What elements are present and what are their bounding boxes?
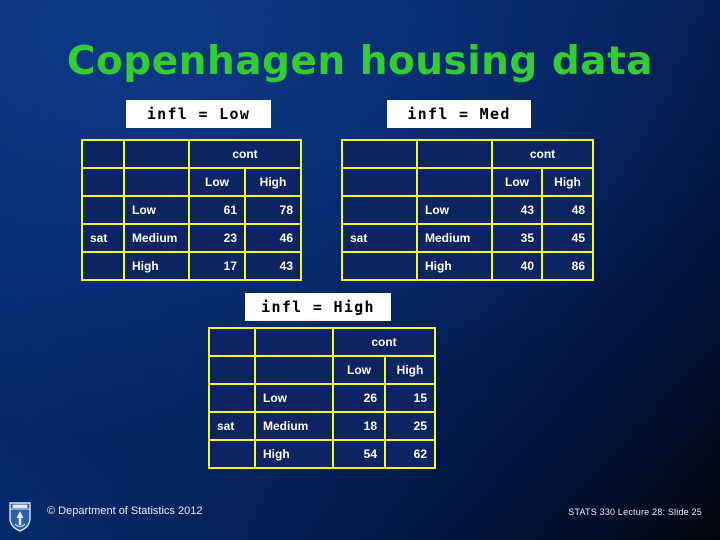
data-cell: 35 [493,225,541,251]
row-label-low: Low [256,385,332,411]
blank-cell [125,141,188,167]
row-label-medium: Medium [125,225,188,251]
table-row: High 54 62 [210,441,434,467]
data-cell: 18 [334,413,384,439]
table-row: Low High [343,169,592,195]
blank-cell [343,141,416,167]
blank-cell [343,253,416,279]
row-label-medium: Medium [418,225,491,251]
table-row: Low 61 78 [83,197,300,223]
data-cell: 15 [386,385,434,411]
university-crest-icon [9,502,31,532]
row-label-low: Low [125,197,188,223]
column-header-high: High [386,357,434,383]
table-row: sat Medium 23 46 [83,225,300,251]
row-label-high: High [256,441,332,467]
table-row: High 40 86 [343,253,592,279]
data-cell: 48 [543,197,592,223]
table-row: sat Medium 18 25 [210,413,434,439]
row-group-label-sat: sat [83,225,123,251]
row-group-label-sat: sat [343,225,416,251]
table-row: cont [83,141,300,167]
row-label-medium: Medium [256,413,332,439]
column-header-low: Low [334,357,384,383]
blank-cell [83,169,123,195]
data-cell: 62 [386,441,434,467]
data-cell: 43 [493,197,541,223]
blank-cell [256,329,332,355]
column-header-low: Low [493,169,541,195]
contingency-table-infl-med: cont Low High Low 43 48 sat Medium 35 45 [341,139,594,281]
page-title: Copenhagen housing data [66,39,654,84]
column-header-high: High [246,169,300,195]
table-row: Low 43 48 [343,197,592,223]
caption-infl-med: infl = Med [387,100,531,128]
blank-cell [418,169,491,195]
blank-cell [83,141,123,167]
blank-cell [343,169,416,195]
data-cell: 23 [190,225,244,251]
data-cell: 17 [190,253,244,279]
footer-copyright: © Department of Statistics 2012 [47,505,203,517]
contingency-table-infl-high: cont Low High Low 26 15 sat Medium 18 25 [208,327,436,469]
data-cell: 43 [246,253,300,279]
blank-cell [210,385,254,411]
blank-cell [83,253,123,279]
blank-cell [343,197,416,223]
data-cell: 25 [386,413,434,439]
blank-cell [418,141,491,167]
row-group-label-sat: sat [210,413,254,439]
blank-cell [83,197,123,223]
column-header-low: Low [190,169,244,195]
column-header-high: High [543,169,592,195]
blank-cell [210,329,254,355]
data-cell: 86 [543,253,592,279]
data-cell: 54 [334,441,384,467]
table-row: High 17 43 [83,253,300,279]
caption-infl-high: infl = High [245,293,391,321]
table-row: Low High [210,357,434,383]
row-label-high: High [418,253,491,279]
data-cell: 45 [543,225,592,251]
slide-canvas: Copenhagen housing data infl = Low infl … [0,0,720,540]
data-cell: 26 [334,385,384,411]
data-cell: 40 [493,253,541,279]
footer-slide-reference: STATS 330 Lecture 28: Slide 25 [568,507,702,517]
span-header-cont: cont [334,329,434,355]
blank-cell [210,441,254,467]
blank-cell [210,357,254,383]
blank-cell [256,357,332,383]
table-row: cont [343,141,592,167]
table-row: Low 26 15 [210,385,434,411]
table-row: Low High [83,169,300,195]
contingency-table-infl-low: cont Low High Low 61 78 sat Medium 23 46 [81,139,302,281]
data-cell: 61 [190,197,244,223]
table-row: cont [210,329,434,355]
span-header-cont: cont [190,141,300,167]
data-cell: 46 [246,225,300,251]
row-label-low: Low [418,197,491,223]
blank-cell [125,169,188,195]
span-header-cont: cont [493,141,592,167]
row-label-high: High [125,253,188,279]
data-cell: 78 [246,197,300,223]
table-row: sat Medium 35 45 [343,225,592,251]
caption-infl-low: infl = Low [126,100,271,128]
